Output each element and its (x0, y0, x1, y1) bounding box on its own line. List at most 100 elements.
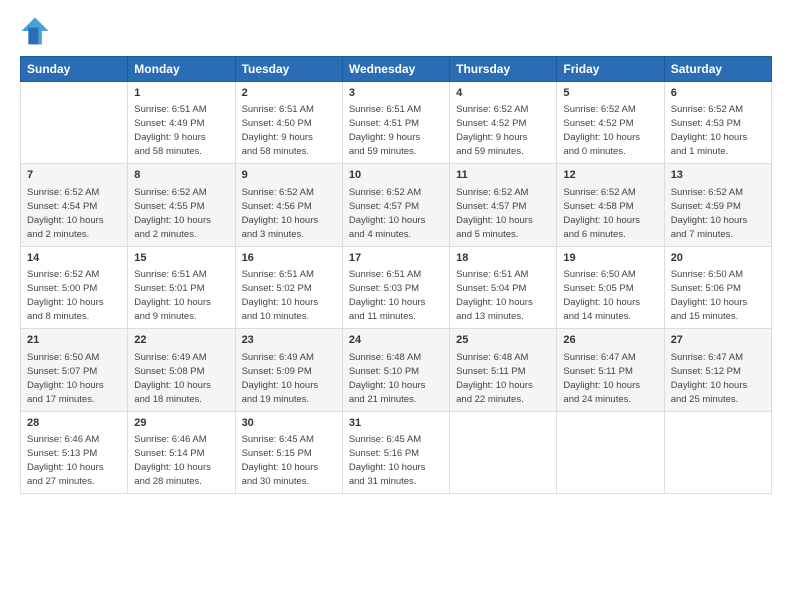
logo-icon (20, 16, 50, 46)
calendar-cell: 11 Sunrise: 6:52 AM Sunset: 4:57 PM Dayli… (450, 164, 557, 246)
day-number: 6 (671, 86, 765, 101)
calendar-cell (21, 82, 128, 164)
day-info: Sunrise: 6:49 AM Sunset: 5:08 PM Dayligh… (134, 352, 211, 405)
calendar-week-row: 28Sunrise: 6:46 AM Sunset: 5:13 PM Dayli… (21, 411, 772, 493)
calendar-cell: 21Sunrise: 6:50 AM Sunset: 5:07 PM Dayli… (21, 329, 128, 411)
weekday-header: Thursday (450, 57, 557, 82)
day-number: 16 (242, 251, 336, 266)
day-number: 11 (456, 168, 550, 183)
day-info: Sunrise: 6:52 AM Sunset: 4:52 PM Dayligh… (563, 104, 640, 157)
calendar-cell: 18Sunrise: 6:51 AM Sunset: 5:04 PM Dayli… (450, 246, 557, 328)
calendar-cell: 17 Sunrise: 6:51 AM Sunset: 5:03 PM Dayli… (342, 246, 449, 328)
day-info: Sunrise: 6:52 AM Sunset: 4:57 PM Dayligh… (456, 187, 533, 240)
weekday-header: Monday (128, 57, 235, 82)
calendar-cell: 6 Sunrise: 6:52 AM Sunset: 4:53 PM Daylig… (664, 82, 771, 164)
day-number: 1 (134, 86, 228, 101)
day-info: Sunrise: 6:48 AM Sunset: 5:11 PM Dayligh… (456, 352, 533, 405)
weekday-header: Sunday (21, 57, 128, 82)
day-number: 4 (456, 86, 550, 101)
day-info: Sunrise: 6:52 AM Sunset: 4:56 PM Dayligh… (242, 187, 319, 240)
day-number: 21 (27, 333, 121, 348)
page-header (20, 16, 772, 46)
calendar-cell: 30 Sunrise: 6:45 AM Sunset: 5:15 PM Dayli… (235, 411, 342, 493)
day-number: 23 (242, 333, 336, 348)
day-number: 31 (349, 416, 443, 431)
calendar-week-row: 7 Sunrise: 6:52 AM Sunset: 4:54 PM Daylig… (21, 164, 772, 246)
day-number: 2 (242, 86, 336, 101)
day-info: Sunrise: 6:50 AM Sunset: 5:05 PM Dayligh… (563, 269, 640, 322)
day-info: Sunrise: 6:47 AM Sunset: 5:12 PM Dayligh… (671, 352, 748, 405)
day-info: Sunrise: 6:47 AM Sunset: 5:11 PM Dayligh… (563, 352, 640, 405)
day-info: Sunrise: 6:49 AM Sunset: 5:09 PM Dayligh… (242, 352, 319, 405)
calendar-cell: 14 Sunrise: 6:52 AM Sunset: 5:00 PM Dayli… (21, 246, 128, 328)
day-number: 29 (134, 416, 228, 431)
calendar-cell (557, 411, 664, 493)
day-info: Sunrise: 6:45 AM Sunset: 5:16 PM Dayligh… (349, 434, 426, 487)
day-number: 27 (671, 333, 765, 348)
calendar-cell (450, 411, 557, 493)
calendar-cell: 19Sunrise: 6:50 AM Sunset: 5:05 PM Dayli… (557, 246, 664, 328)
day-number: 30 (242, 416, 336, 431)
calendar-cell: 16 Sunrise: 6:51 AM Sunset: 5:02 PM Dayli… (235, 246, 342, 328)
day-info: Sunrise: 6:51 AM Sunset: 5:03 PM Dayligh… (349, 269, 426, 322)
calendar-header-row: SundayMondayTuesdayWednesdayThursdayFrid… (21, 57, 772, 82)
day-info: Sunrise: 6:52 AM Sunset: 4:52 PM Dayligh… (456, 104, 528, 157)
calendar-cell: 28Sunrise: 6:46 AM Sunset: 5:13 PM Dayli… (21, 411, 128, 493)
calendar-cell: 20 Sunrise: 6:50 AM Sunset: 5:06 PM Dayli… (664, 246, 771, 328)
day-number: 13 (671, 168, 765, 183)
calendar-cell: 26 Sunrise: 6:47 AM Sunset: 5:11 PM Dayli… (557, 329, 664, 411)
day-info: Sunrise: 6:51 AM Sunset: 5:01 PM Dayligh… (134, 269, 211, 322)
weekday-header: Wednesday (342, 57, 449, 82)
day-info: Sunrise: 6:52 AM Sunset: 5:00 PM Dayligh… (27, 269, 104, 322)
day-number: 9 (242, 168, 336, 183)
day-info: Sunrise: 6:52 AM Sunset: 4:55 PM Dayligh… (134, 187, 211, 240)
day-number: 22 (134, 333, 228, 348)
calendar-week-row: 1 Sunrise: 6:51 AM Sunset: 4:49 PM Daylig… (21, 82, 772, 164)
calendar-cell: 31 Sunrise: 6:45 AM Sunset: 5:16 PM Dayli… (342, 411, 449, 493)
logo (20, 16, 52, 46)
page-container: SundayMondayTuesdayWednesdayThursdayFrid… (0, 0, 792, 504)
day-number: 20 (671, 251, 765, 266)
day-number: 8 (134, 168, 228, 183)
day-number: 18 (456, 251, 550, 266)
day-number: 12 (563, 168, 657, 183)
calendar-cell: 29Sunrise: 6:46 AM Sunset: 5:14 PM Dayli… (128, 411, 235, 493)
day-number: 15 (134, 251, 228, 266)
day-info: Sunrise: 6:50 AM Sunset: 5:06 PM Dayligh… (671, 269, 748, 322)
day-info: Sunrise: 6:52 AM Sunset: 4:57 PM Dayligh… (349, 187, 426, 240)
calendar-cell: 7 Sunrise: 6:52 AM Sunset: 4:54 PM Daylig… (21, 164, 128, 246)
weekday-header: Saturday (664, 57, 771, 82)
calendar-cell: 8 Sunrise: 6:52 AM Sunset: 4:55 PM Daylig… (128, 164, 235, 246)
calendar-cell: 10 Sunrise: 6:52 AM Sunset: 4:57 PM Dayli… (342, 164, 449, 246)
day-info: Sunrise: 6:52 AM Sunset: 4:54 PM Dayligh… (27, 187, 104, 240)
day-number: 5 (563, 86, 657, 101)
calendar-cell: 1 Sunrise: 6:51 AM Sunset: 4:49 PM Daylig… (128, 82, 235, 164)
day-number: 7 (27, 168, 121, 183)
day-number: 3 (349, 86, 443, 101)
day-info: Sunrise: 6:45 AM Sunset: 5:15 PM Dayligh… (242, 434, 319, 487)
calendar-cell: 12 Sunrise: 6:52 AM Sunset: 4:58 PM Dayli… (557, 164, 664, 246)
day-number: 24 (349, 333, 443, 348)
day-number: 26 (563, 333, 657, 348)
calendar-cell: 13 Sunrise: 6:52 AM Sunset: 4:59 PM Dayli… (664, 164, 771, 246)
calendar-cell: 22 Sunrise: 6:49 AM Sunset: 5:08 PM Dayli… (128, 329, 235, 411)
calendar-cell: 25 Sunrise: 6:48 AM Sunset: 5:11 PM Dayli… (450, 329, 557, 411)
day-info: Sunrise: 6:52 AM Sunset: 4:59 PM Dayligh… (671, 187, 748, 240)
calendar-cell: 3 Sunrise: 6:51 AM Sunset: 4:51 PM Daylig… (342, 82, 449, 164)
calendar-week-row: 14 Sunrise: 6:52 AM Sunset: 5:00 PM Dayli… (21, 246, 772, 328)
day-info: Sunrise: 6:51 AM Sunset: 4:51 PM Dayligh… (349, 104, 421, 157)
calendar-cell: 23 Sunrise: 6:49 AM Sunset: 5:09 PM Dayli… (235, 329, 342, 411)
day-info: Sunrise: 6:51 AM Sunset: 5:02 PM Dayligh… (242, 269, 319, 322)
calendar-cell: 24Sunrise: 6:48 AM Sunset: 5:10 PM Dayli… (342, 329, 449, 411)
day-info: Sunrise: 6:52 AM Sunset: 4:53 PM Dayligh… (671, 104, 748, 157)
day-info: Sunrise: 6:51 AM Sunset: 4:50 PM Dayligh… (242, 104, 314, 157)
day-info: Sunrise: 6:51 AM Sunset: 4:49 PM Dayligh… (134, 104, 206, 157)
day-info: Sunrise: 6:52 AM Sunset: 4:58 PM Dayligh… (563, 187, 640, 240)
day-number: 17 (349, 251, 443, 266)
day-number: 25 (456, 333, 550, 348)
weekday-header: Friday (557, 57, 664, 82)
day-number: 28 (27, 416, 121, 431)
day-number: 14 (27, 251, 121, 266)
calendar-cell: 15 Sunrise: 6:51 AM Sunset: 5:01 PM Dayli… (128, 246, 235, 328)
day-number: 10 (349, 168, 443, 183)
